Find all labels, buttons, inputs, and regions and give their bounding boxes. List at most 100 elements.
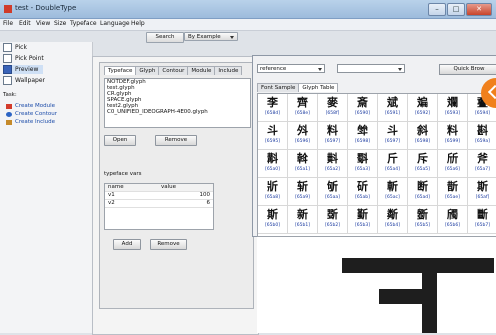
maximize-button[interactable]: □ — [447, 3, 465, 16]
glyph-cell[interactable]: 斡 [65a1] — [288, 150, 318, 178]
glyph-cell[interactable]: 麥 [658f] — [318, 94, 348, 122]
glyph-cell[interactable]: 齊 [658e] — [288, 94, 318, 122]
menu-size[interactable]: Size — [54, 20, 66, 27]
glyph-character: 斎 — [357, 96, 368, 109]
table-row[interactable]: v2 6 — [105, 200, 213, 208]
glyph-cell[interactable]: 斮 [65ae] — [438, 178, 468, 206]
sidebar-item-pick[interactable]: Pick — [3, 43, 27, 52]
tab-typeface[interactable]: Typeface — [104, 66, 137, 75]
glyph-cell[interactable]: 斤 [65a4] — [378, 150, 408, 178]
pick-icon — [3, 43, 12, 52]
remove-file-button[interactable]: Remove — [155, 135, 197, 146]
glyph-code: [6599] — [445, 139, 460, 144]
var-value[interactable]: 6 — [207, 200, 211, 207]
quick-browse-button[interactable]: Quick Brow — [439, 64, 496, 75]
glyph-code: [65a7] — [475, 167, 490, 172]
glyph-cell[interactable]: 斩 [65a9] — [288, 178, 318, 206]
close-button[interactable]: ✕ — [466, 3, 492, 16]
tab-module[interactable]: Module — [187, 66, 216, 75]
sidebar-item-preview[interactable]: Preview — [3, 65, 43, 74]
glyph-code: [65a5] — [415, 167, 430, 172]
glyph-cell[interactable]: 斒 [6592] — [408, 94, 438, 122]
reference-dropdown[interactable]: reference — [257, 64, 325, 73]
menu-edit[interactable]: Edit — [19, 20, 31, 27]
tab-glyph[interactable]: Glyph — [135, 66, 160, 75]
task-create-module[interactable]: Create Module — [6, 103, 55, 109]
glyph-cell[interactable]: 斜 [6598] — [408, 122, 438, 150]
glyph-cell[interactable]: 斬 [65ac] — [378, 178, 408, 206]
glyph-canvas[interactable] — [257, 235, 496, 333]
glyph-cell[interactable]: 斗 [6595] — [258, 122, 288, 150]
glyph-code: [6597] — [325, 139, 340, 144]
glyph-character: 斘 — [297, 124, 308, 137]
glyph-cell[interactable]: 斠 [65a0] — [258, 150, 288, 178]
glyph-code: [65ab] — [355, 195, 370, 200]
glyph-cell[interactable]: 斥 [65a5] — [408, 150, 438, 178]
toolbar: Search By Example — [0, 31, 250, 43]
glyph-cell[interactable]: 斵 [65b5] — [408, 206, 438, 234]
glyph-cell[interactable]: 斟 [659a] — [468, 122, 496, 150]
glyph-cell[interactable]: 斧 [65a7] — [468, 150, 496, 178]
glyph-character: 斤 — [387, 152, 398, 165]
glyph-cell[interactable]: 斕 [6593] — [438, 94, 468, 122]
add-var-button[interactable]: Add — [113, 239, 141, 250]
sidebar-item-wallpaper[interactable]: Wallpaper — [3, 76, 45, 85]
glyph-cell[interactable]: 李 [658d] — [258, 94, 288, 122]
list-item[interactable]: C0_UNIFIED_IDEOGRAPH-4E00.glyph — [105, 109, 250, 115]
glyph-code: [65b5] — [415, 223, 430, 228]
search-button[interactable]: Search — [146, 32, 184, 43]
glyph-cell[interactable]: 斫 [65ab] — [348, 178, 378, 206]
glyph-cell[interactable]: 斘 [6596] — [288, 122, 318, 150]
sidebar-item-label: Wallpaper — [15, 77, 46, 84]
glyph-cell[interactable]: 斴 [65b4] — [378, 206, 408, 234]
task-create-contour[interactable]: Create Contour — [6, 111, 57, 117]
glyph-character: 料 — [447, 124, 458, 137]
module-icon — [6, 103, 12, 109]
glyph-cell[interactable]: 料 [6597] — [318, 122, 348, 150]
glyph-cell[interactable]: 断 [65ad] — [408, 178, 438, 206]
by-example-dropdown[interactable]: By Example — [184, 32, 238, 41]
task-create-include[interactable]: Create Include — [6, 119, 55, 125]
glyph-character: 斪 — [327, 180, 338, 193]
glyph-code: [65b4] — [385, 223, 400, 228]
glyph-cell[interactable]: 斨 [65a8] — [258, 178, 288, 206]
tab-font-sample[interactable]: Font Sample — [257, 83, 300, 92]
glyph-cell[interactable]: 斎 [6590] — [348, 94, 378, 122]
wallpaper-icon — [3, 76, 12, 85]
menu-help[interactable]: Help — [131, 20, 145, 27]
glyph-cell[interactable]: 斪 [65aa] — [318, 178, 348, 206]
glyph-cell[interactable]: 斌 [6591] — [378, 94, 408, 122]
glyph-cell[interactable]: 新 [65b1] — [288, 206, 318, 234]
glyph-character: 斧 — [477, 152, 488, 165]
tab-include[interactable]: Include — [214, 66, 243, 75]
menu-typeface[interactable]: Typeface — [70, 20, 97, 27]
minimize-button[interactable]: – — [428, 3, 446, 16]
menu-language[interactable]: Language — [100, 20, 130, 27]
var-value[interactable]: 100 — [200, 192, 211, 199]
remove-var-button[interactable]: Remove — [150, 239, 187, 250]
glyph-character: 斒 — [417, 96, 428, 109]
tab-contour[interactable]: Contour — [158, 66, 189, 75]
reference-filter-dropdown[interactable] — [337, 64, 405, 73]
glyph-code: [6596] — [295, 139, 310, 144]
open-button[interactable]: Open — [104, 135, 136, 146]
glyph-cell[interactable]: 斚 [6598] — [348, 122, 378, 150]
glyph-cell[interactable]: 斷 [65b7] — [468, 206, 496, 234]
menu-file[interactable]: File — [3, 20, 13, 27]
glyph-cell[interactable]: 斯 [65af] — [468, 178, 496, 206]
glyph-cell[interactable]: 斯 [65b0] — [258, 206, 288, 234]
glyph-cell[interactable]: 斣 [65a3] — [348, 150, 378, 178]
table-row[interactable]: v1 100 — [105, 192, 213, 200]
glyph-cell[interactable]: 斢 [65a2] — [318, 150, 348, 178]
glyph-file-list[interactable]: NOTDEF.glyph test.glyph CR.glyph SPACE.g… — [104, 78, 251, 128]
glyph-cell[interactable]: 斗 [6597] — [378, 122, 408, 150]
tab-glyph-table[interactable]: Glyph Table — [298, 83, 339, 92]
glyph-character: 斗 — [387, 124, 398, 137]
menu-view[interactable]: View — [36, 20, 50, 27]
sidebar-item-pick-point[interactable]: Pick Point — [3, 54, 44, 63]
glyph-cell[interactable]: 斳 [65b3] — [348, 206, 378, 234]
glyph-cell[interactable]: 斶 [65b6] — [438, 206, 468, 234]
glyph-cell[interactable]: 斲 [65b2] — [318, 206, 348, 234]
glyph-cell[interactable]: 料 [6599] — [438, 122, 468, 150]
glyph-cell[interactable]: 斦 [65a6] — [438, 150, 468, 178]
